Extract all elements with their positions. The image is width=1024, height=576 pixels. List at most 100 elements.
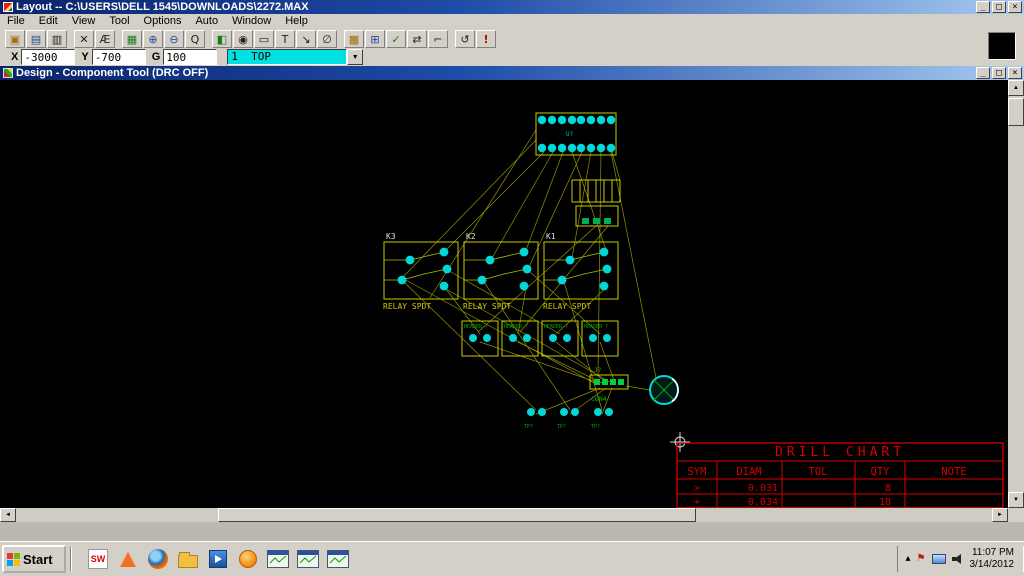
- y-coordinate-input[interactable]: [91, 49, 146, 65]
- small-part-label: TP?: [591, 424, 600, 430]
- grid-input[interactable]: [163, 49, 218, 65]
- horizontal-scrollbar[interactable]: ◄ ►: [0, 508, 1008, 522]
- error-tool-icon[interactable]: ∅: [317, 30, 337, 48]
- solidworks-glyph: SW: [88, 549, 108, 569]
- drill-chart-title: DRILL CHART: [775, 445, 905, 460]
- design-window-controls: _ □ ×: [976, 67, 1024, 79]
- menu-view[interactable]: View: [65, 15, 103, 27]
- connector-label: CON4: [591, 395, 607, 403]
- color-settings-icon[interactable]: ▩: [344, 30, 364, 48]
- menu-tool[interactable]: Tool: [102, 15, 136, 27]
- menu-window[interactable]: Window: [225, 15, 278, 27]
- vertical-scrollbar[interactable]: ▲ ▼: [1008, 80, 1024, 508]
- open-design-icon[interactable]: ▣: [5, 30, 25, 48]
- edit-segment-icon[interactable]: ⌐: [428, 30, 448, 48]
- close-button[interactable]: ×: [1008, 1, 1022, 13]
- component-small-1[interactable]: TP?: [524, 408, 546, 430]
- design-close-button[interactable]: ×: [1008, 67, 1022, 79]
- design-window-icon[interactable]: [3, 68, 13, 78]
- spreadsheet-icon[interactable]: ▦: [122, 30, 142, 48]
- taskbar-clock[interactable]: 11:07 PM 3/14/2012: [970, 547, 1017, 571]
- menu-file[interactable]: File: [0, 15, 32, 27]
- component-header-1[interactable]: HEADER ?: [461, 320, 499, 357]
- layout-app-icon[interactable]: [3, 2, 13, 12]
- find-text-icon[interactable]: Æ: [95, 30, 115, 48]
- chevron-down-icon[interactable]: ▼: [347, 49, 364, 65]
- menu-edit[interactable]: Edit: [32, 15, 65, 27]
- zoom-in-icon[interactable]: ⊕: [143, 30, 163, 48]
- component-ic[interactable]: U?: [535, 112, 617, 156]
- minimize-button[interactable]: _: [976, 1, 990, 13]
- zoom-out-icon[interactable]: ⊖: [164, 30, 184, 48]
- layout-window-3-icon[interactable]: [326, 546, 350, 572]
- volume-icon[interactable]: [951, 553, 964, 565]
- start-button[interactable]: Start: [2, 545, 66, 573]
- x-coordinate-input[interactable]: [21, 49, 76, 65]
- component-connector[interactable]: J? CON4: [589, 367, 629, 403]
- clock-date: 3/14/2012: [969, 559, 1015, 570]
- layout-application: Layout -- C:\USERS\DELL 1545\DOWNLOADS\2…: [0, 0, 1024, 576]
- folder-icon[interactable]: [176, 546, 200, 572]
- refresh-all-icon[interactable]: ↺: [455, 30, 475, 48]
- error-markers-icon[interactable]: !: [476, 30, 496, 48]
- layout-window-1-icon[interactable]: [266, 546, 290, 572]
- ic-refdes: U?: [566, 131, 574, 138]
- component-small-2[interactable]: TP?: [557, 408, 579, 430]
- quicktime-icon[interactable]: [236, 546, 260, 572]
- display-settings-icon[interactable]: [931, 554, 946, 564]
- coordinate-bar: X Y G 1 TOP ▼: [0, 48, 364, 66]
- media-player-icon[interactable]: [206, 546, 230, 572]
- text-tool-icon[interactable]: T: [275, 30, 295, 48]
- vertical-scroll-thumb[interactable]: [1008, 98, 1024, 126]
- component-small-3[interactable]: TP?: [591, 408, 613, 430]
- menu-help[interactable]: Help: [278, 15, 315, 27]
- x-coordinate-label: X: [11, 51, 19, 63]
- layer-color-swatch[interactable]: [988, 32, 1016, 60]
- scroll-right-icon[interactable]: ►: [992, 508, 1008, 522]
- design-minimize-button[interactable]: _: [976, 67, 990, 79]
- drill-row-qty: 8: [885, 483, 891, 494]
- small-part-label: TP?: [524, 424, 533, 430]
- flag-icon[interactable]: ⚑: [917, 553, 926, 565]
- drill-col-sym: SYM: [688, 466, 707, 478]
- design-maximize-button[interactable]: □: [992, 67, 1006, 79]
- menu-options[interactable]: Options: [137, 15, 189, 27]
- relay-label: RELAY SPDT: [383, 302, 431, 311]
- menubar: File Edit View Tool Options Auto Window …: [0, 14, 1024, 28]
- layer-select[interactable]: 1 TOP ▼: [227, 49, 364, 65]
- maximize-button[interactable]: □: [992, 1, 1006, 13]
- component-relay-k1[interactable]: K1 RELAY SPDT: [543, 232, 619, 311]
- obstacle-tool-icon[interactable]: ▭: [254, 30, 274, 48]
- query-icon[interactable]: Q: [185, 30, 205, 48]
- scrollbar-corner: [1008, 508, 1024, 522]
- vlc-icon[interactable]: [116, 546, 140, 572]
- drill-chart[interactable]: DRILL CHART SYM DIAM TOL QTY NOTE > 0.03…: [676, 442, 1004, 508]
- save-design-icon[interactable]: ▤: [26, 30, 46, 48]
- component-tool-icon[interactable]: ◧: [212, 30, 232, 48]
- delete-tool-icon[interactable]: ✕: [74, 30, 94, 48]
- firefox-icon[interactable]: [146, 546, 170, 572]
- hidden-icons-chevron-icon[interactable]: ▴: [906, 553, 911, 565]
- shove-track-icon[interactable]: ⇄: [407, 30, 427, 48]
- app-titlebar: Layout -- C:\USERS\DELL 1545\DOWNLOADS\2…: [0, 0, 1024, 14]
- component-header-4[interactable]: HEADER ?: [581, 320, 619, 357]
- pcb-canvas[interactable]: U? K3 RELAY SPDT K2 RELAY SPDT K1 RELAY …: [0, 80, 1008, 508]
- online-drc-icon[interactable]: ✓: [386, 30, 406, 48]
- relay-label: RELAY SPDT: [543, 302, 591, 311]
- component-relay-k3[interactable]: K3 RELAY SPDT: [383, 232, 459, 311]
- app-title: Layout -- C:\USERS\DELL 1545\DOWNLOADS\2…: [16, 1, 309, 13]
- scroll-down-icon[interactable]: ▼: [1008, 492, 1024, 508]
- layout-window-2-icon[interactable]: [296, 546, 320, 572]
- connection-tool-icon[interactable]: ↘: [296, 30, 316, 48]
- solidworks-icon[interactable]: SW: [86, 546, 110, 572]
- component-circular[interactable]: [649, 375, 679, 405]
- horizontal-scroll-thumb[interactable]: [218, 508, 696, 522]
- component-header-3[interactable]: HEADER ?: [541, 320, 579, 357]
- library-manager-icon[interactable]: ▥: [47, 30, 67, 48]
- pin-tool-icon[interactable]: ◉: [233, 30, 253, 48]
- scroll-left-icon[interactable]: ◄: [0, 508, 16, 522]
- grid-settings-icon[interactable]: ⊞: [365, 30, 385, 48]
- scroll-up-icon[interactable]: ▲: [1008, 80, 1024, 96]
- layer-select-value[interactable]: 1 TOP: [227, 49, 348, 65]
- menu-auto[interactable]: Auto: [188, 15, 225, 27]
